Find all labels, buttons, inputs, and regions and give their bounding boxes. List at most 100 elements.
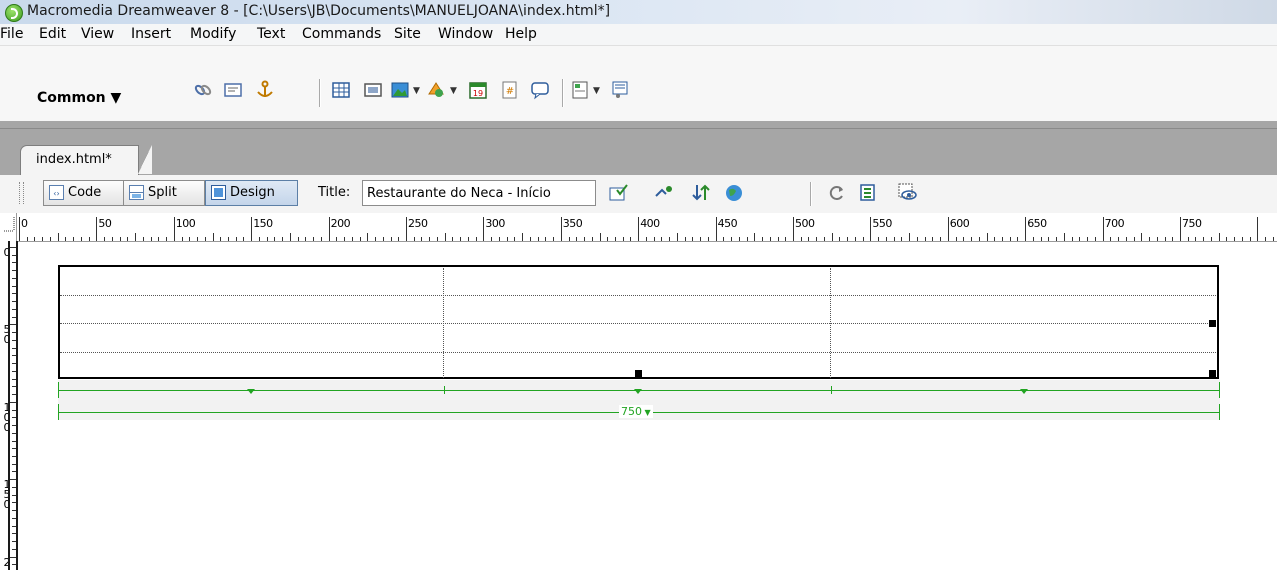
ruler-tick <box>1156 237 1158 241</box>
ruler-tick <box>986 233 988 241</box>
server-side-include-icon[interactable]: # <box>500 80 520 100</box>
media-icon[interactable] <box>426 80 446 100</box>
menu-help[interactable]: Help <box>505 26 537 42</box>
insert-category-dropdown[interactable]: Common ▼ <box>37 90 121 106</box>
table-resize-handle-bottom[interactable] <box>635 370 642 377</box>
ruler-tick <box>1001 237 1003 241</box>
toolbar-separator <box>562 79 564 107</box>
ruler-label: 250 <box>408 217 428 230</box>
split-view-button[interactable]: Split <box>123 180 205 206</box>
ruler-tick <box>1087 237 1089 241</box>
column-1-width-menu-icon[interactable] <box>247 389 255 394</box>
ruler-tick <box>1056 237 1058 241</box>
design-view-button[interactable]: Design <box>205 180 298 206</box>
ruler-tick <box>885 237 887 241</box>
menu-insert[interactable]: Insert <box>131 26 171 42</box>
ruler-label: 0 <box>21 217 28 230</box>
horizontal-ruler-ticks: 0 50 100 150 200 250 300 350 400 450 500 550 600 650 7… <box>0 213 1277 241</box>
refresh-icon[interactable] <box>826 182 848 204</box>
date-icon[interactable]: 19 <box>468 80 488 100</box>
menu-site[interactable]: Site <box>394 26 421 42</box>
ruler-tick <box>274 237 276 241</box>
ruler-tick <box>359 237 361 241</box>
ruler-tick <box>1218 233 1220 241</box>
named-anchor-icon[interactable] <box>255 80 275 100</box>
document-tab-strip <box>0 121 1277 175</box>
view-options-icon[interactable] <box>858 182 880 204</box>
design-view-icon <box>211 185 226 200</box>
ruler-tick <box>916 237 918 241</box>
ruler-tick <box>669 237 671 241</box>
ruler-tick <box>1172 237 1174 241</box>
code-view-button[interactable]: ‹› Code <box>43 180 124 206</box>
menu-file[interactable]: File <box>0 26 23 42</box>
templates-icon[interactable] <box>570 80 590 100</box>
menu-text[interactable]: Text <box>257 26 285 42</box>
toolbar-grip[interactable] <box>19 182 24 204</box>
media-dropdown-arrow[interactable]: ▼ <box>450 86 457 96</box>
table-resize-handle-right[interactable] <box>1209 320 1216 327</box>
layout-table[interactable] <box>58 265 1219 379</box>
ruler-tick <box>769 237 771 241</box>
menu-window[interactable]: Window <box>438 26 493 42</box>
ruler-tick <box>336 237 338 241</box>
ruler-tick <box>591 237 593 241</box>
ruler-label: 350 <box>562 217 583 230</box>
validate-markup-icon[interactable] <box>608 182 630 204</box>
table-width-menu[interactable]: 750 ▼ <box>619 405 653 418</box>
menu-commands[interactable]: Commands <box>302 26 381 42</box>
ruler-tick <box>406 217 407 241</box>
column-3-width-menu-icon[interactable] <box>1020 389 1028 394</box>
ruler-tick <box>111 237 113 241</box>
file-transfer-icon[interactable] <box>690 182 712 204</box>
images-dropdown-arrow[interactable]: ▼ <box>413 86 420 96</box>
ruler-tick <box>800 237 802 241</box>
visual-aids-icon[interactable] <box>897 182 919 204</box>
ruler-tick <box>1118 237 1120 241</box>
menu-modify[interactable]: Modify <box>190 26 236 42</box>
templates-dropdown-arrow[interactable]: ▼ <box>593 86 600 96</box>
hyperlink-icon[interactable] <box>193 80 213 100</box>
layer-icon[interactable] <box>363 80 383 100</box>
column-width-tick <box>444 386 445 394</box>
split-view-icon <box>129 185 144 200</box>
ruler-tick <box>816 237 818 241</box>
menu-view[interactable]: View <box>81 26 114 42</box>
ruler-tick <box>576 237 578 241</box>
document-title-label: Title: <box>318 185 351 200</box>
column-2-width-menu-icon[interactable] <box>634 389 642 394</box>
ruler-tick <box>1272 237 1274 241</box>
ruler-tick <box>1226 237 1228 241</box>
table-resize-handle-corner[interactable] <box>1209 370 1216 377</box>
ruler-tick <box>173 217 175 241</box>
images-icon[interactable] <box>390 80 410 100</box>
preview-browser-icon[interactable] <box>724 182 746 204</box>
file-management-icon[interactable] <box>654 182 676 204</box>
tag-chooser-icon[interactable] <box>610 80 630 100</box>
ruler-tick <box>142 237 144 241</box>
ruler-label: 450 <box>717 217 738 230</box>
ruler-tick <box>560 217 562 241</box>
ruler-tick <box>1048 237 1050 241</box>
ruler-tick <box>630 237 632 241</box>
menu-edit[interactable]: Edit <box>39 26 66 42</box>
email-link-icon[interactable] <box>223 80 243 100</box>
ruler-tick <box>909 233 911 241</box>
menu-bar: File Edit View Insert Modify Text Comman… <box>0 24 1277 46</box>
ruler-tick <box>715 217 717 241</box>
ruler-tick <box>475 237 477 241</box>
document-title-input[interactable] <box>362 180 596 206</box>
ruler-tick <box>854 237 856 241</box>
ruler-tick <box>1203 237 1205 241</box>
table-icon[interactable] <box>331 80 351 100</box>
tab-label: index.html* <box>36 152 112 167</box>
code-view-label: Code <box>68 185 102 200</box>
comment-icon[interactable] <box>530 80 550 100</box>
ruler-tick <box>328 217 330 241</box>
ruler-tick <box>723 237 725 241</box>
ruler-tick <box>80 237 82 241</box>
ruler-tick <box>19 217 20 241</box>
ruler-tick <box>220 237 222 241</box>
ruler-tick <box>320 237 322 241</box>
ruler-tick <box>1063 233 1065 241</box>
